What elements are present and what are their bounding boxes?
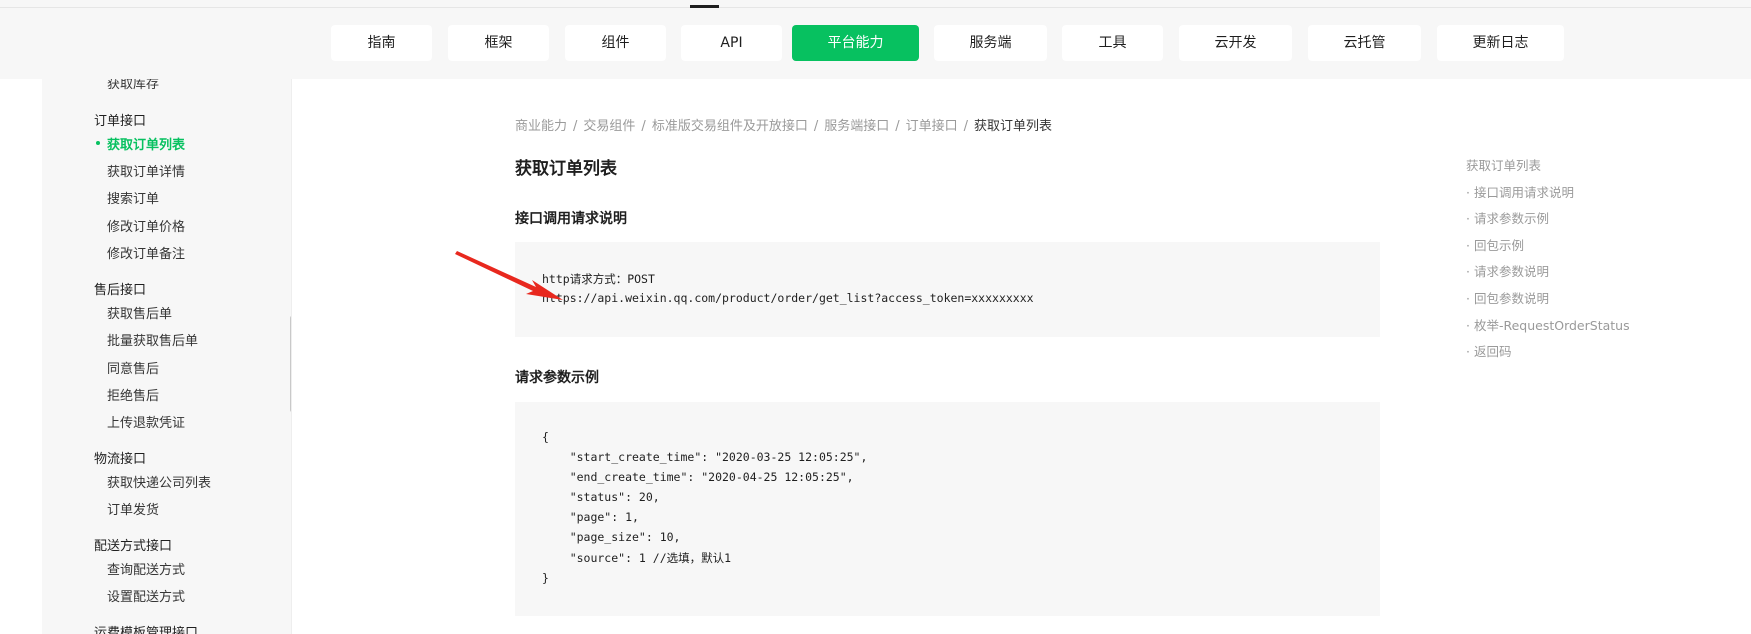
sidebar-item-upload-refund[interactable]: 上传退款凭证 bbox=[107, 412, 185, 431]
sidebar-item-change-price[interactable]: 修改订单价格 bbox=[107, 216, 185, 235]
code-line: https://api.weixin.qq.com/product/order/… bbox=[542, 291, 1034, 305]
main-nav: 指南 框架 组件 API 平台能力 服务端 工具 云开发 云托管 更新日志 bbox=[0, 25, 1751, 61]
sidebar-item-search-order[interactable]: 搜索订单 bbox=[107, 188, 159, 207]
sidebar-item-reject-aftersale[interactable]: 拒绝售后 bbox=[107, 385, 159, 404]
nav-item-server[interactable]: 服务端 bbox=[934, 25, 1047, 61]
breadcrumb-current: 获取订单列表 bbox=[974, 119, 1053, 134]
sidebar-item-get-order-list[interactable]: 获取订单列表 bbox=[107, 134, 185, 153]
code-line: "source": 1 //选填，默认1 bbox=[542, 551, 732, 565]
breadcrumb-item[interactable]: 交易组件 bbox=[583, 119, 635, 134]
nav-item-cloud-dev[interactable]: 云开发 bbox=[1179, 25, 1292, 61]
code-line: "status": 20, bbox=[542, 490, 660, 504]
toc-item[interactable]: · 回包示例 bbox=[1466, 235, 1524, 254]
sidebar-item-query-delivery[interactable]: 查询配送方式 bbox=[107, 559, 185, 578]
sidebar-item-get-aftersale[interactable]: 获取售后单 bbox=[107, 303, 172, 322]
top-active-indicator bbox=[690, 5, 719, 8]
request-code-block: http请求方式：POST https://api.weixin.qq.com/… bbox=[515, 242, 1380, 337]
nav-item-changelog[interactable]: 更新日志 bbox=[1437, 25, 1564, 61]
sidebar-item-get-order-detail[interactable]: 获取订单详情 bbox=[107, 161, 185, 180]
example-code-block: { "start_create_time": "2020-03-25 12:05… bbox=[515, 402, 1380, 616]
sidebar: 获取库存 订单接口 获取订单列表 获取订单详情 搜索订单 修改订单价格 修改订单… bbox=[42, 79, 291, 634]
code-line: "end_create_time": "2020-04-25 12:05:25"… bbox=[542, 470, 854, 484]
sidebar-item-accept-aftersale[interactable]: 同意售后 bbox=[107, 358, 159, 377]
breadcrumb-item[interactable]: 订单接口 bbox=[906, 119, 958, 134]
top-nav-bar: 指南 框架 组件 API 平台能力 服务端 工具 云开发 云托管 更新日志 bbox=[0, 0, 1751, 79]
code-line: } bbox=[542, 571, 549, 585]
nav-item-tools[interactable]: 工具 bbox=[1062, 25, 1163, 61]
breadcrumb-separator: / bbox=[641, 119, 646, 134]
sidebar-item-batch-aftersale[interactable]: 批量获取售后单 bbox=[107, 330, 198, 349]
code-line: "page": 1, bbox=[542, 510, 639, 524]
breadcrumb-item[interactable]: 标准版交易组件及开放接口 bbox=[652, 119, 808, 134]
section-title-example: 请求参数示例 bbox=[515, 370, 599, 386]
toc-item[interactable]: · 请求参数说明 bbox=[1466, 261, 1549, 280]
breadcrumb: 商业能力 / 交易组件 / 标准版交易组件及开放接口 / 服务端接口 / 订单接口 / 获取订单列表 bbox=[515, 115, 1052, 134]
page-title: 获取订单列表 bbox=[515, 159, 617, 179]
nav-item-components[interactable]: 组件 bbox=[565, 25, 666, 61]
toc-item[interactable]: · 回包参数说明 bbox=[1466, 288, 1549, 307]
active-dot-icon bbox=[96, 141, 100, 145]
code-line: { bbox=[542, 430, 549, 444]
breadcrumb-separator: / bbox=[895, 119, 900, 134]
sidebar-group-aftersale: 售后接口 bbox=[94, 283, 147, 298]
breadcrumb-separator: / bbox=[963, 119, 969, 134]
toc-item[interactable]: · 枚举-RequestOrderStatus bbox=[1466, 315, 1630, 334]
sidebar-item-express-list[interactable]: 获取快递公司列表 bbox=[107, 472, 211, 491]
toc-item[interactable]: · 返回码 bbox=[1466, 341, 1511, 360]
nav-item-framework[interactable]: 框架 bbox=[448, 25, 549, 61]
nav-item-platform[interactable]: 平台能力 bbox=[792, 25, 919, 61]
annotation-arrow-icon bbox=[455, 251, 563, 300]
breadcrumb-item[interactable]: 服务端接口 bbox=[824, 119, 889, 134]
nav-item-cloud-hosting[interactable]: 云托管 bbox=[1308, 25, 1421, 61]
toc-item[interactable]: · 接口调用请求说明 bbox=[1466, 182, 1574, 201]
breadcrumb-item[interactable]: 商业能力 bbox=[515, 119, 567, 134]
sidebar-item-get-stock[interactable]: 获取库存 bbox=[107, 79, 159, 92]
nav-item-guide[interactable]: 指南 bbox=[331, 25, 432, 61]
sidebar-item-ship-order[interactable]: 订单发货 bbox=[107, 499, 159, 518]
top-divider bbox=[0, 7, 1751, 8]
toc-item[interactable]: · 请求参数示例 bbox=[1466, 208, 1549, 227]
section-title-request: 接口调用请求说明 bbox=[515, 211, 627, 227]
sidebar-item-change-remark[interactable]: 修改订单备注 bbox=[107, 243, 185, 262]
toc-item[interactable]: 获取订单列表 bbox=[1466, 155, 1541, 174]
sidebar-divider bbox=[291, 79, 292, 634]
breadcrumb-separator: / bbox=[813, 119, 819, 134]
breadcrumb-separator: / bbox=[573, 119, 578, 134]
sidebar-group-freight: 运费模板管理接口 bbox=[94, 626, 199, 634]
code-line: "page_size": 10, bbox=[542, 530, 681, 544]
sidebar-group-delivery: 配送方式接口 bbox=[94, 539, 173, 554]
sidebar-group-logistics: 物流接口 bbox=[94, 452, 147, 467]
sidebar-group-order: 订单接口 bbox=[94, 114, 147, 129]
code-line: "start_create_time": "2020-03-25 12:05:2… bbox=[542, 450, 868, 464]
nav-item-api[interactable]: API bbox=[681, 25, 782, 61]
sidebar-item-set-delivery[interactable]: 设置配送方式 bbox=[107, 586, 185, 605]
